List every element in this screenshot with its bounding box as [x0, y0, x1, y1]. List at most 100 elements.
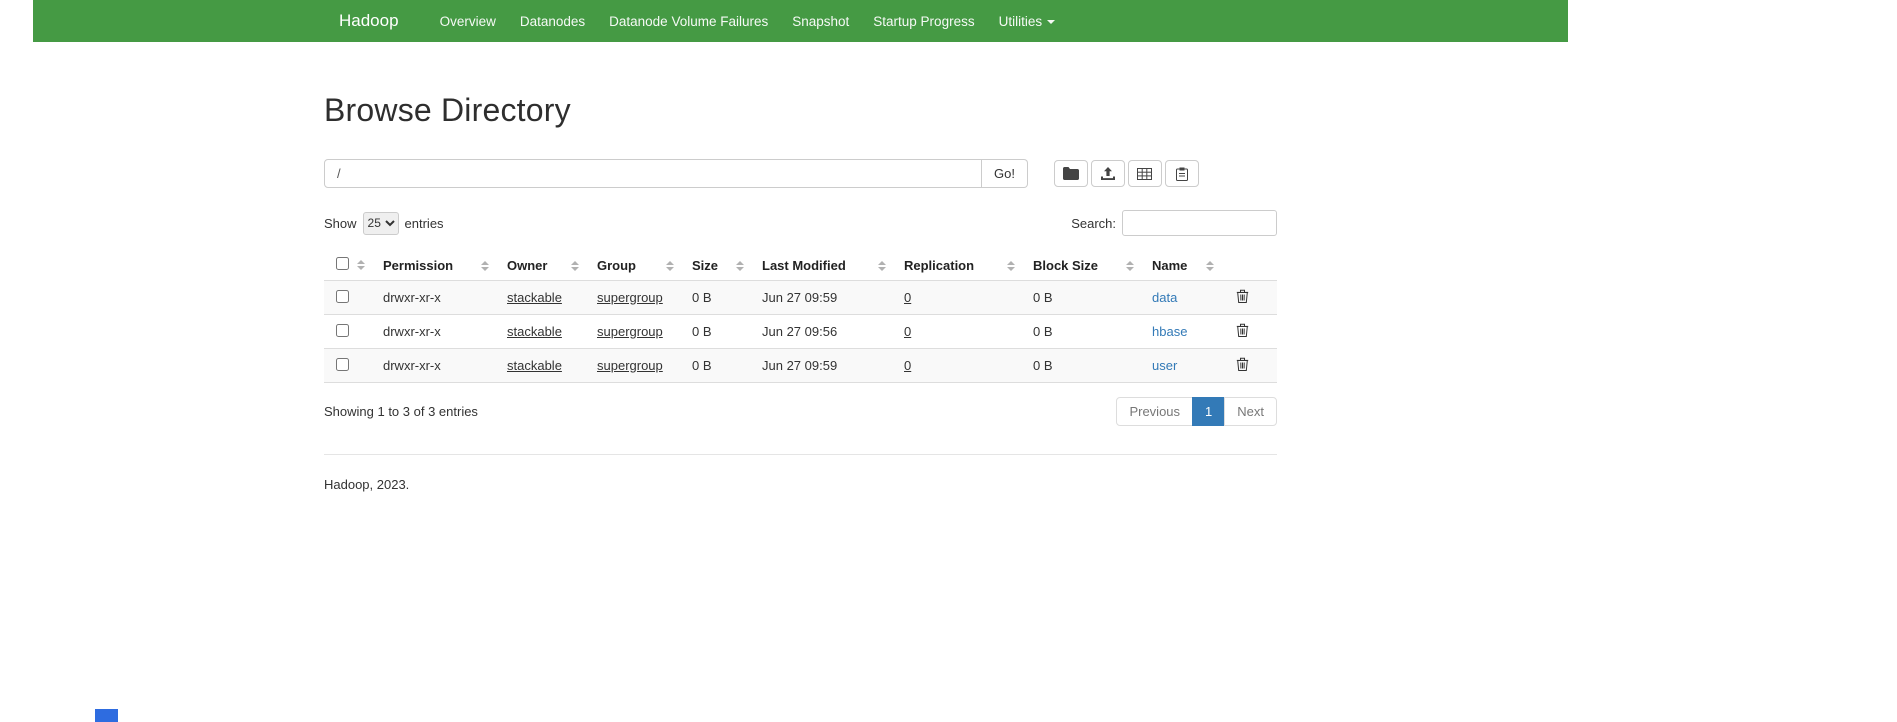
navbar-brand[interactable]: Hadoop [324, 11, 414, 31]
col-last-modified-label: Last Modified [762, 258, 846, 273]
path-bar: Go! [324, 159, 1277, 188]
cell-permission: drwxr-xr-x [383, 349, 507, 383]
go-button[interactable]: Go! [982, 159, 1028, 188]
cell-select [324, 315, 383, 349]
nav-snapshot[interactable]: Snapshot [780, 14, 861, 29]
sort-icon[interactable] [736, 261, 744, 271]
nav-datanodes[interactable]: Datanodes [508, 14, 597, 29]
directory-link[interactable]: data [1152, 290, 1177, 305]
table-row: drwxr-xr-x stackable supergroup 0 B Jun … [324, 349, 1277, 383]
nav-utilities[interactable]: Utilities [987, 14, 1068, 29]
sort-icon[interactable] [357, 260, 365, 270]
delete-button[interactable] [1232, 289, 1253, 306]
col-owner[interactable]: Owner [507, 250, 597, 281]
cell-owner: stackable [507, 281, 597, 315]
group-link[interactable]: supergroup [597, 358, 663, 373]
cell-block-size: 0 B [1033, 315, 1152, 349]
table-controls: Show 25 entries Search: [324, 210, 1277, 236]
browser-viewport: Hadoop Overview Datanodes Datanode Volum… [33, 0, 1568, 722]
taskbar-artifact [95, 709, 118, 722]
clipboard-button[interactable] [1165, 160, 1199, 187]
cell-permission: drwxr-xr-x [383, 281, 507, 315]
top-navbar: Hadoop Overview Datanodes Datanode Volum… [33, 0, 1568, 42]
col-select-all [324, 250, 383, 281]
directory-table: Permission Owner Group Size Last Modifie… [324, 250, 1277, 383]
replication-link[interactable]: 0 [904, 324, 911, 339]
footer-divider [324, 454, 1277, 455]
nav-datanode-volume-failures[interactable]: Datanode Volume Failures [597, 14, 780, 29]
col-group[interactable]: Group [597, 250, 692, 281]
owner-link[interactable]: stackable [507, 290, 562, 305]
next-page-button[interactable]: Next [1224, 397, 1277, 426]
page-1-button[interactable]: 1 [1192, 397, 1225, 426]
entries-select[interactable]: 25 [363, 212, 399, 235]
row-checkbox[interactable] [336, 290, 349, 303]
cell-name: hbase [1152, 315, 1232, 349]
group-link[interactable]: supergroup [597, 290, 663, 305]
nav-utilities-label: Utilities [999, 14, 1043, 29]
col-permission[interactable]: Permission [383, 250, 507, 281]
nav-startup-progress[interactable]: Startup Progress [861, 14, 986, 29]
previous-page-button[interactable]: Previous [1116, 397, 1193, 426]
path-input[interactable] [324, 159, 982, 188]
cell-last-modified: Jun 27 09:59 [762, 281, 904, 315]
cell-replication: 0 [904, 315, 1033, 349]
col-owner-label: Owner [507, 258, 547, 273]
upload-button[interactable] [1091, 160, 1125, 187]
group-link[interactable]: supergroup [597, 324, 663, 339]
cell-name: data [1152, 281, 1232, 315]
upload-icon [1101, 167, 1115, 180]
sort-icon[interactable] [481, 261, 489, 271]
entries-label: entries [405, 216, 444, 231]
row-checkbox[interactable] [336, 358, 349, 371]
directory-link[interactable]: hbase [1152, 324, 1187, 339]
cell-group: supergroup [597, 281, 692, 315]
folder-button[interactable] [1054, 160, 1088, 187]
page-title: Browse Directory [324, 92, 1277, 129]
entries-control: Show 25 entries [324, 212, 444, 235]
nav-items: Overview Datanodes Datanode Volume Failu… [428, 14, 1068, 29]
col-last-modified[interactable]: Last Modified [762, 250, 904, 281]
sort-icon[interactable] [1126, 261, 1134, 271]
main-content: Browse Directory Go! Show [324, 92, 1277, 492]
select-all-checkbox[interactable] [336, 257, 349, 270]
owner-link[interactable]: stackable [507, 324, 562, 339]
delete-button[interactable] [1232, 323, 1253, 340]
cell-owner: stackable [507, 349, 597, 383]
cell-replication: 0 [904, 281, 1033, 315]
cell-group: supergroup [597, 315, 692, 349]
col-block-size[interactable]: Block Size [1033, 250, 1152, 281]
replication-link[interactable]: 0 [904, 358, 911, 373]
clipboard-icon [1176, 167, 1188, 181]
cell-actions [1232, 315, 1277, 349]
sort-icon[interactable] [1007, 261, 1015, 271]
search-label: Search: [1071, 216, 1116, 231]
table-row: drwxr-xr-x stackable supergroup 0 B Jun … [324, 281, 1277, 315]
owner-link[interactable]: stackable [507, 358, 562, 373]
col-permission-label: Permission [383, 258, 453, 273]
cell-last-modified: Jun 27 09:56 [762, 315, 904, 349]
cell-select [324, 281, 383, 315]
grid-button[interactable] [1128, 160, 1162, 187]
search-input[interactable] [1122, 210, 1277, 236]
sort-icon[interactable] [878, 261, 886, 271]
delete-button[interactable] [1232, 357, 1253, 374]
caret-down-icon [1047, 20, 1055, 24]
search-control: Search: [1071, 210, 1277, 236]
col-name[interactable]: Name [1152, 250, 1232, 281]
col-replication[interactable]: Replication [904, 250, 1033, 281]
nav-overview[interactable]: Overview [428, 14, 508, 29]
row-checkbox[interactable] [336, 324, 349, 337]
replication-link[interactable]: 0 [904, 290, 911, 305]
directory-link[interactable]: user [1152, 358, 1177, 373]
sort-icon[interactable] [1206, 261, 1214, 271]
cell-last-modified: Jun 27 09:59 [762, 349, 904, 383]
cell-permission: drwxr-xr-x [383, 315, 507, 349]
col-size[interactable]: Size [692, 250, 762, 281]
sort-icon[interactable] [571, 261, 579, 271]
col-name-label: Name [1152, 258, 1187, 273]
trash-icon [1236, 323, 1249, 337]
sort-icon[interactable] [666, 261, 674, 271]
cell-group: supergroup [597, 349, 692, 383]
navbar-inner: Hadoop Overview Datanodes Datanode Volum… [324, 0, 1277, 42]
